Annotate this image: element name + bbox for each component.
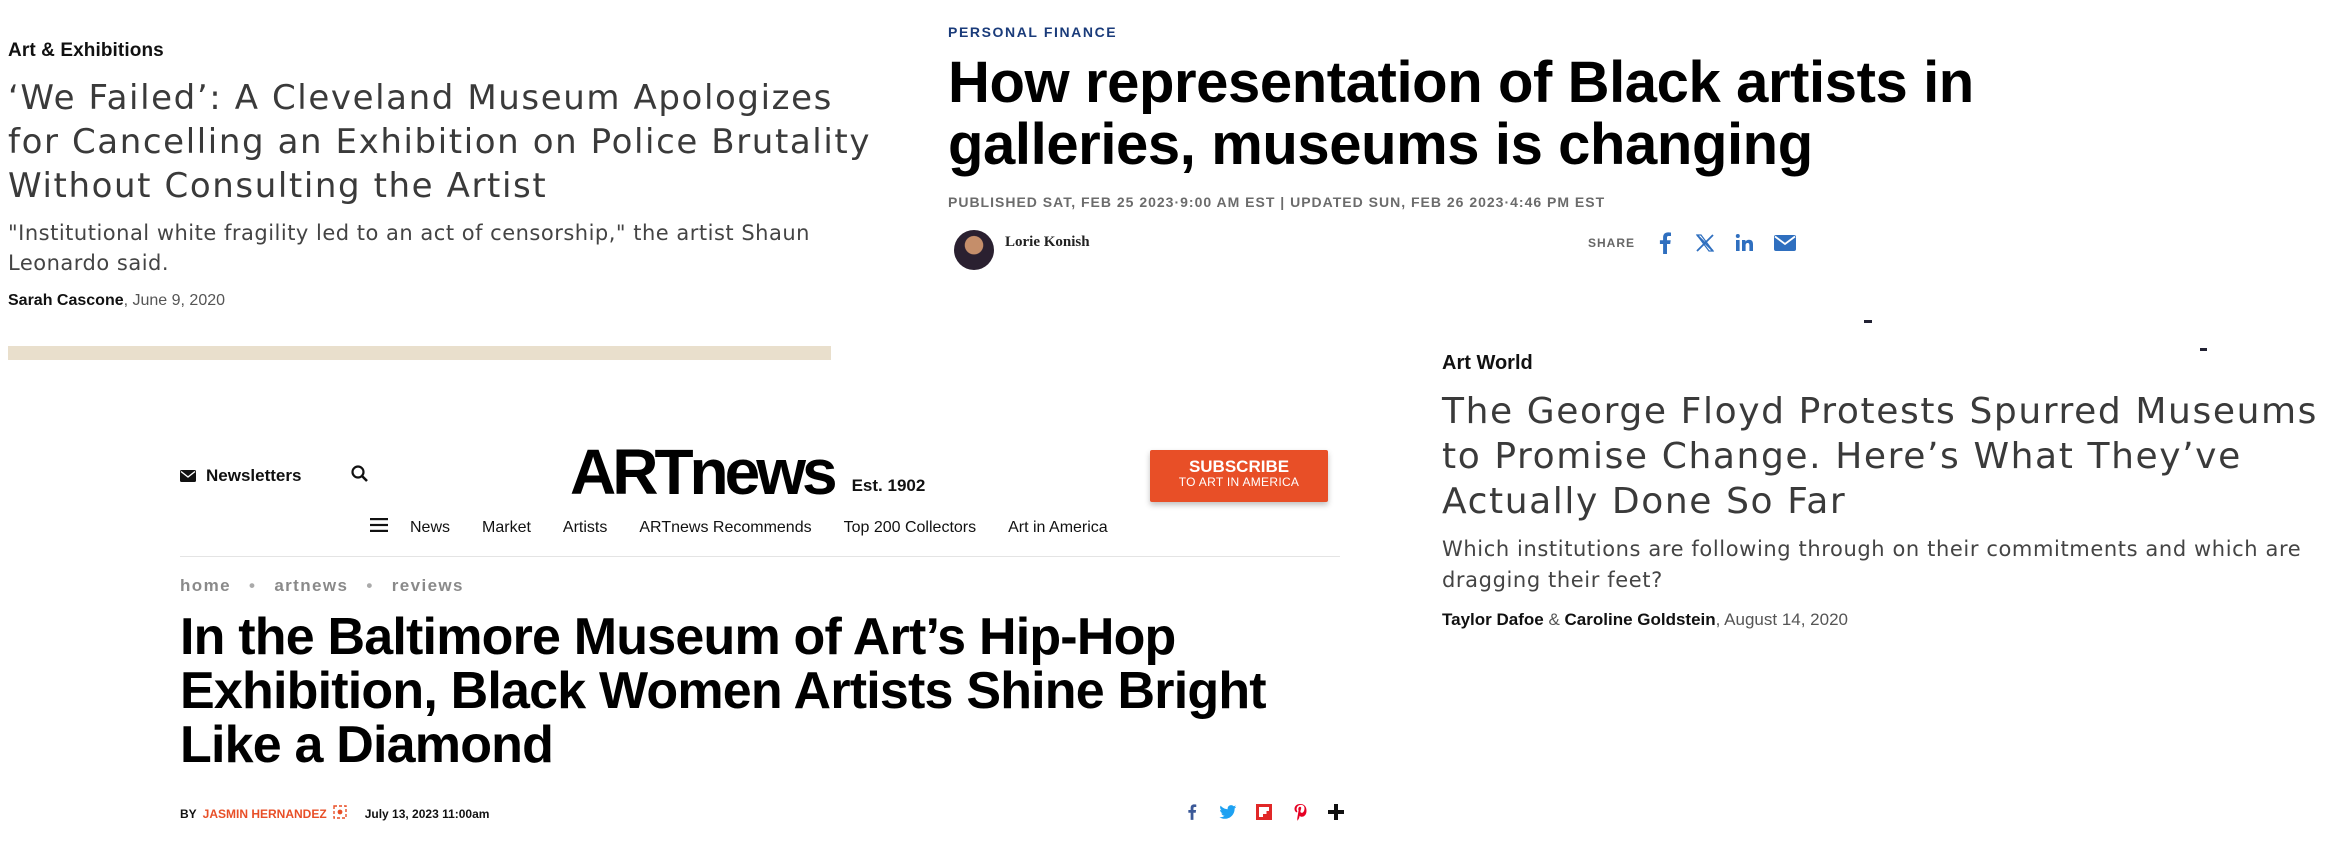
- byline-amp: &: [1543, 610, 1565, 629]
- article-headline: How representation of Black artists in g…: [948, 50, 1974, 177]
- est-label: Est. 1902: [851, 476, 926, 495]
- publish-date: , August 14, 2020: [1715, 610, 1848, 629]
- article-artnews: Newsletters ARTnews Est. 1902 SUBSCRIBE …: [170, 430, 1344, 830]
- author-profile-icon[interactable]: [332, 805, 347, 822]
- facebook-icon[interactable]: [1180, 800, 1204, 824]
- nav-item-top200[interactable]: Top 200 Collectors: [844, 519, 977, 537]
- flipboard-icon[interactable]: [1252, 800, 1276, 824]
- byline: Sarah Cascone, June 9, 2020: [8, 292, 878, 310]
- stray-mark: [2200, 348, 2207, 351]
- category-label[interactable]: Art & Exhibitions: [8, 40, 878, 62]
- article-dek: Which institutions are following through…: [1442, 537, 2302, 592]
- main-nav: News Market Artists ARTnews Recommends T…: [370, 518, 1108, 537]
- article-george-floyd: Art World The George Floyd Protests Spur…: [1442, 352, 2322, 630]
- breadcrumb-artnews[interactable]: artnews: [274, 576, 348, 596]
- article-headline[interactable]: ‘We Failed’: A Cleveland Museum Apologiz…: [8, 76, 878, 208]
- byline: BY JASMIN HERNANDEZ July 13, 2023 11:00a…: [180, 805, 489, 822]
- hamburger-menu-icon[interactable]: [370, 518, 388, 537]
- share-label: SHARE: [1588, 236, 1636, 250]
- subscribe-label: SUBSCRIBE: [1188, 457, 1290, 476]
- twitter-icon[interactable]: [1216, 800, 1240, 824]
- byline-prefix: BY: [180, 806, 197, 821]
- nav-item-news[interactable]: News: [410, 519, 450, 537]
- dateline: PUBLISHED SAT, FEB 25 2023·9:00 AM EST |…: [948, 194, 1606, 210]
- subscribe-sublabel: TO ART IN AMERICA: [1178, 475, 1300, 489]
- subscribe-button[interactable]: SUBSCRIBE TO ART IN AMERICA: [1150, 450, 1328, 502]
- article-headline: In the Baltimore Museum of Art’s Hip-Hop…: [180, 608, 1267, 774]
- pinterest-icon[interactable]: [1288, 800, 1312, 824]
- breadcrumb-separator: •: [366, 576, 374, 595]
- article-cleveland: Art & Exhibitions ‘We Failed’: A Clevela…: [8, 40, 878, 310]
- publish-date: , June 9, 2020: [123, 292, 226, 309]
- author-row: Lorie Konish SHARE: [948, 228, 2048, 274]
- site-logo-group: ARTnews Est. 1902: [570, 440, 925, 504]
- section-label[interactable]: PERSONAL FINANCE: [948, 24, 2048, 40]
- breadcrumb-reviews[interactable]: reviews: [392, 576, 464, 596]
- nav-item-market[interactable]: Market: [482, 519, 531, 537]
- article-dek: "Institutional white fragility led to an…: [8, 221, 810, 275]
- share-bar: [1180, 800, 1348, 824]
- newsletters-label: Newsletters: [206, 466, 302, 485]
- article-cnbc: PERSONAL FINANCE How representation of B…: [948, 24, 2048, 274]
- nav-item-art-in-america[interactable]: Art in America: [1008, 519, 1108, 537]
- stray-mark: [1864, 320, 1872, 323]
- facebook-icon[interactable]: [1653, 231, 1677, 255]
- plus-icon[interactable]: [1324, 800, 1348, 824]
- nav-divider: [180, 556, 1340, 557]
- breadcrumb-separator: •: [248, 576, 257, 595]
- nav-item-recommends[interactable]: ARTnews Recommends: [639, 519, 811, 537]
- author-link[interactable]: Caroline Goldstein: [1565, 610, 1716, 629]
- breadcrumb: home • artnews • reviews: [180, 576, 464, 596]
- newsletters-link[interactable]: Newsletters: [180, 466, 301, 486]
- nav-item-artists[interactable]: Artists: [563, 519, 607, 537]
- envelope-icon: [180, 470, 196, 482]
- search-icon[interactable]: [350, 464, 370, 489]
- site-logo[interactable]: ARTnews: [570, 440, 838, 504]
- author-link[interactable]: Taylor Dafoe: [1442, 610, 1544, 629]
- breadcrumb-home[interactable]: home: [180, 576, 231, 596]
- author-link[interactable]: Sarah Cascone: [8, 292, 124, 309]
- author-link[interactable]: Lorie Konish: [1005, 234, 1090, 251]
- linkedin-icon[interactable]: [1733, 231, 1757, 255]
- publish-date: July 13, 2023 11:00am: [364, 806, 490, 821]
- article-headline[interactable]: The George Floyd Protests Spurred Museum…: [1442, 389, 2322, 524]
- divider-bar: [8, 346, 831, 360]
- author-avatar[interactable]: [954, 230, 994, 270]
- category-label[interactable]: Art World: [1442, 352, 2322, 375]
- byline: Taylor Dafoe & Caroline Goldstein, Augus…: [1442, 610, 2322, 630]
- email-icon[interactable]: [1773, 231, 1797, 255]
- x-icon[interactable]: [1693, 231, 1717, 255]
- share-bar: SHARE: [1588, 228, 1797, 258]
- author-link[interactable]: JASMIN HERNANDEZ: [203, 807, 327, 821]
